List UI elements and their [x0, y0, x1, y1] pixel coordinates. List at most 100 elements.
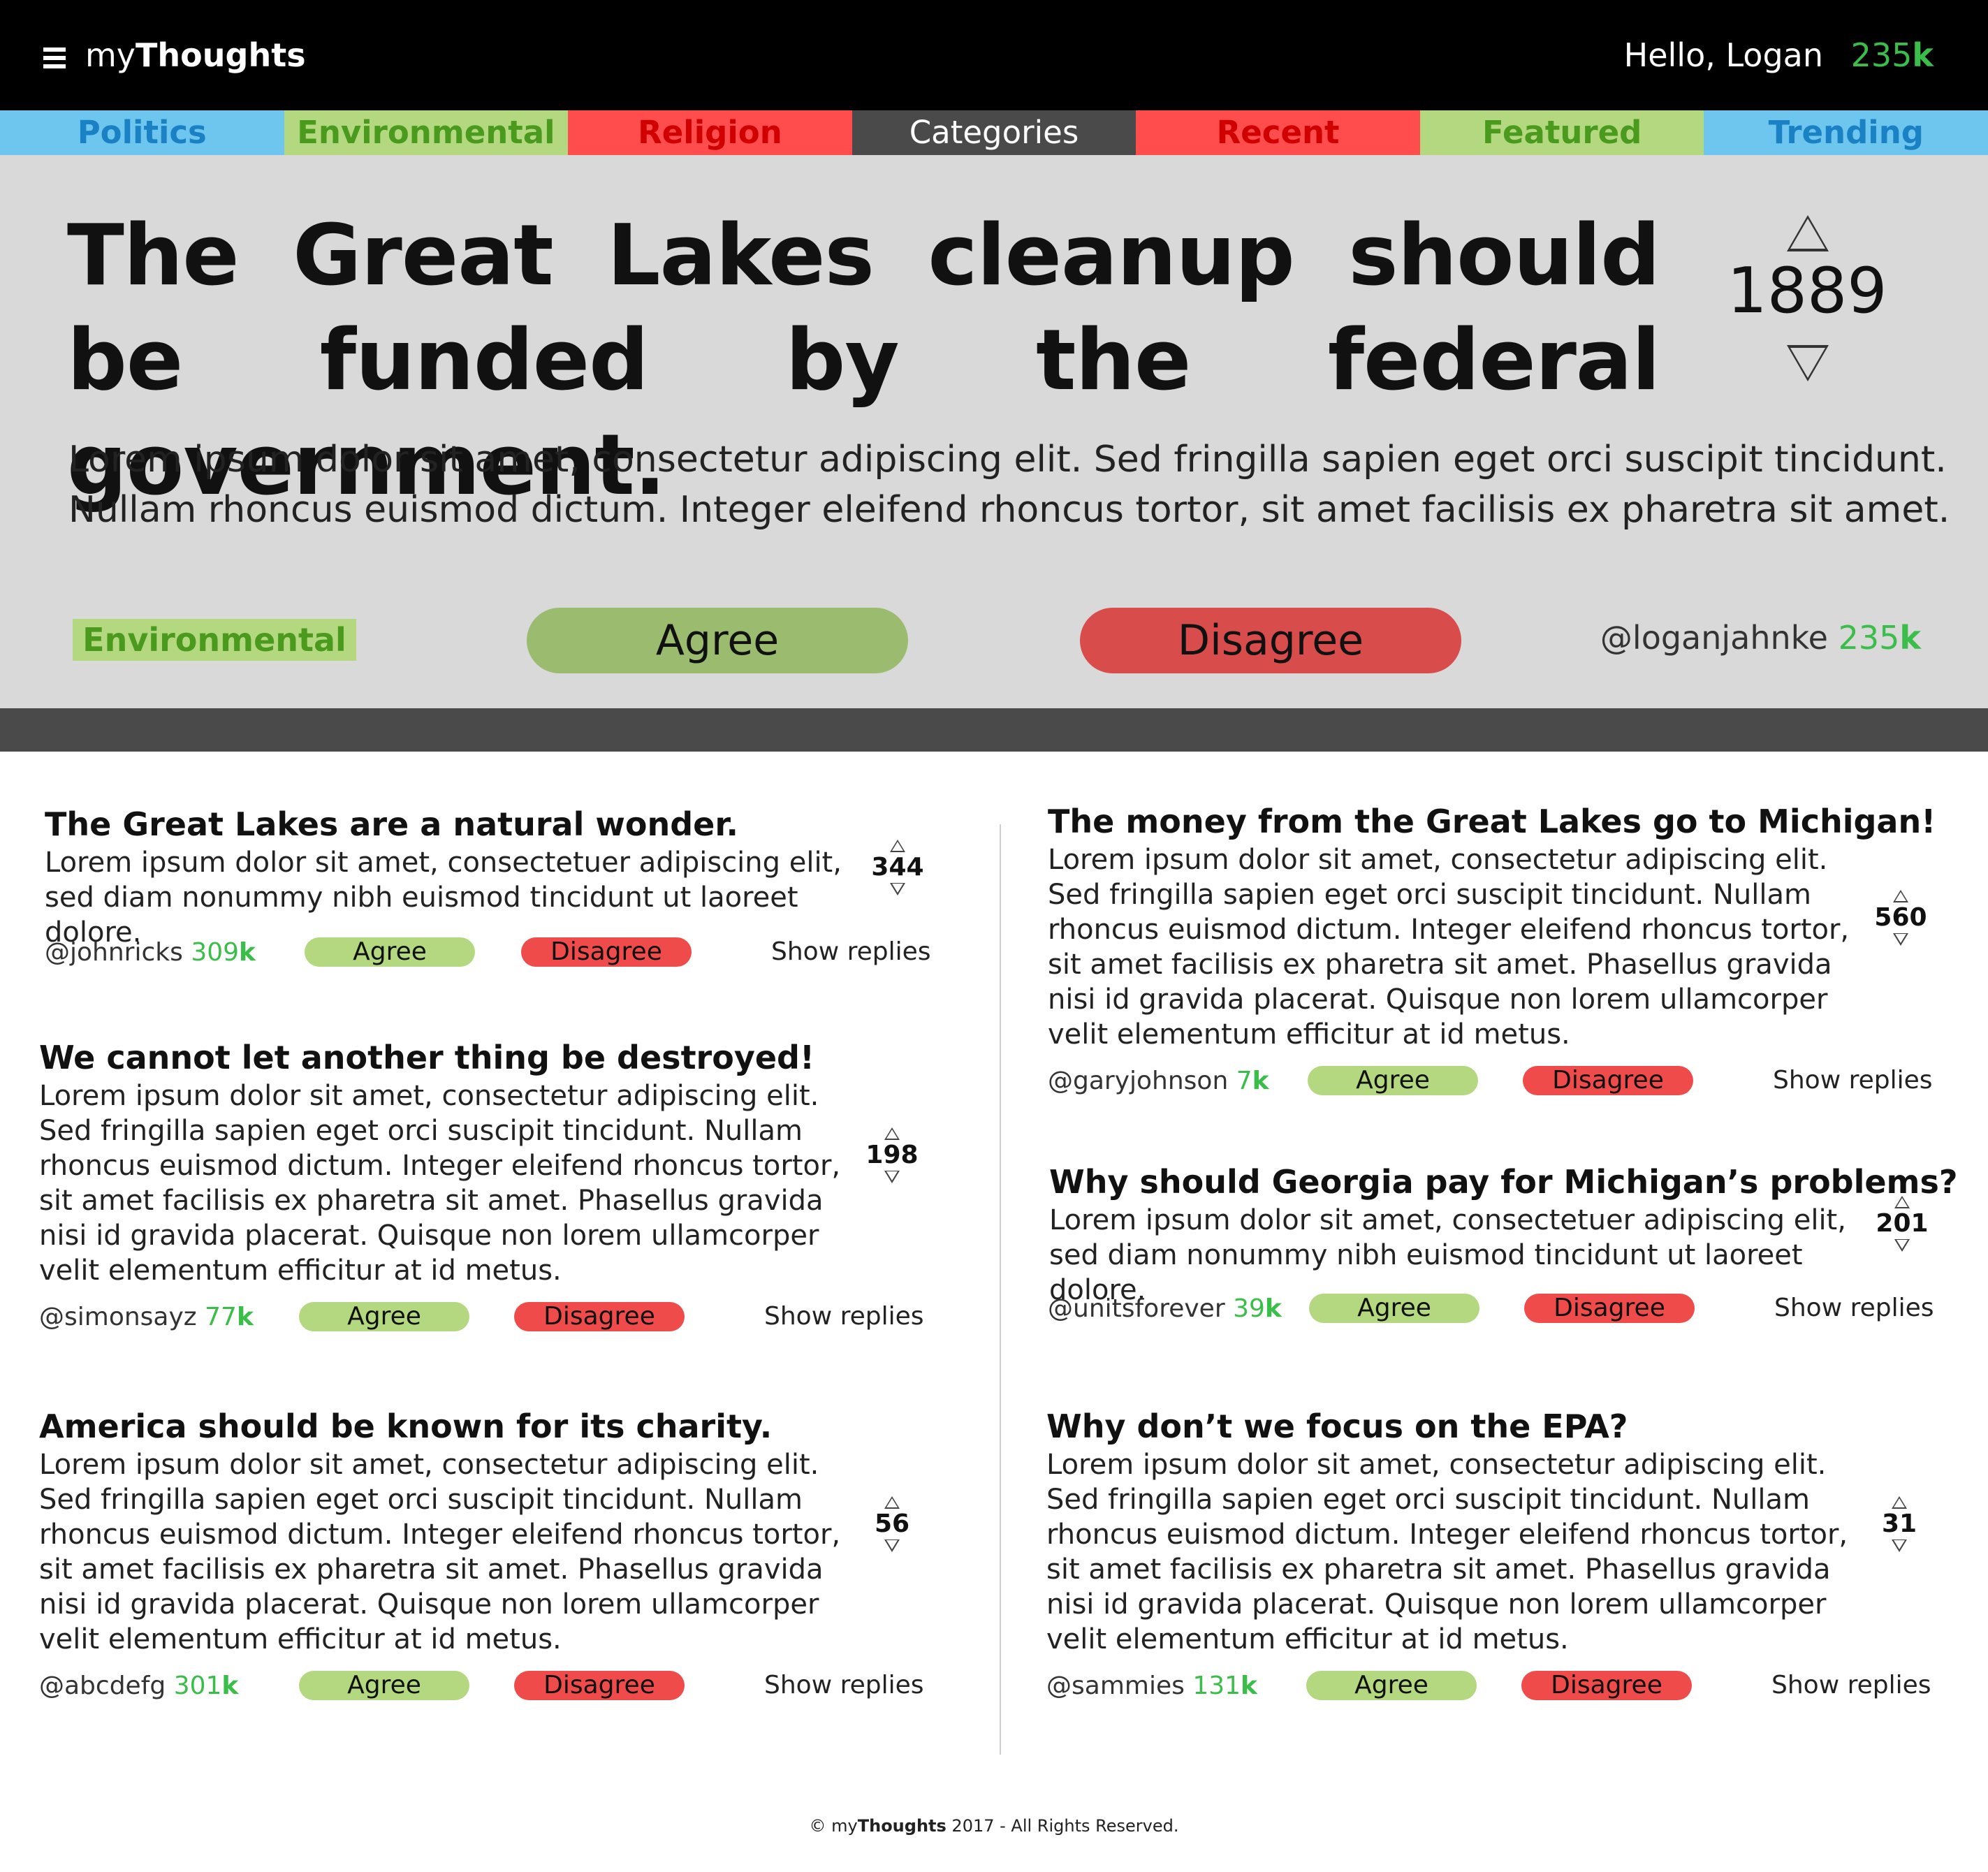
downvote-icon[interactable] [1892, 1540, 1907, 1552]
agree-button[interactable]: Agree [305, 937, 475, 967]
post-author-points-suffix: k [1241, 1672, 1257, 1700]
post-author-handle[interactable]: @abcdefg [39, 1672, 166, 1700]
upvote-icon[interactable] [884, 1127, 900, 1140]
featured-category-tag[interactable]: Environmental [73, 619, 356, 661]
post-footer: @abcdefg 301k Agree Disagree Show replie… [39, 1671, 940, 1702]
post-footer: @unitsforever 39k Agree Disagree Show re… [1048, 1294, 1949, 1324]
post-vote-count: 560 [1874, 903, 1927, 932]
tab-categories[interactable]: Categories [852, 110, 1136, 155]
post-author-points: 309k [191, 938, 256, 967]
downvote-icon[interactable] [1787, 345, 1829, 381]
upvote-icon[interactable] [884, 1496, 900, 1509]
post-body: Lorem ipsum dolor sit amet, consectetuer… [1049, 1204, 1846, 1306]
post-author-points-suffix: k [236, 1303, 254, 1331]
featured-author-points-number: 235 [1838, 619, 1900, 657]
post-author: @abcdefg 301k [39, 1671, 238, 1702]
agree-button[interactable]: Agree [1308, 1066, 1478, 1095]
show-replies-button[interactable]: Show replies [1773, 1066, 1933, 1095]
post-author-points-number: 77 [205, 1303, 237, 1331]
post-author-handle[interactable]: @johnricks [45, 938, 183, 967]
tab-environmental[interactable]: Environmental [284, 110, 569, 155]
post-footer: @johnricks 309k Agree Disagree Show repl… [45, 937, 946, 968]
post-author-handle[interactable]: @unitsforever [1048, 1294, 1225, 1323]
agree-button[interactable]: Agree [1309, 1294, 1479, 1323]
disagree-button[interactable]: Disagree [1524, 1294, 1695, 1323]
brand-prefix: my [85, 36, 136, 74]
upvote-icon[interactable] [1894, 1196, 1910, 1208]
post-body: Lorem ipsum dolor sit amet, consectetur … [1048, 844, 1850, 1051]
show-replies-button[interactable]: Show replies [1771, 1671, 1931, 1700]
upvote-icon[interactable] [1787, 215, 1829, 251]
downvote-icon[interactable] [884, 1540, 900, 1552]
featured-author: @loganjahnke 235k [1600, 619, 1921, 657]
post-card: Why don’t we focus on the EPA? Lorem ips… [1046, 1405, 1871, 1657]
top-bar: myThoughts Hello, Logan 235k [0, 0, 1988, 110]
brand-logo[interactable]: myThoughts [85, 36, 306, 74]
user-greeting: Hello, Logan [1624, 36, 1823, 74]
show-replies-button[interactable]: Show replies [1774, 1294, 1934, 1323]
post-vote-widget: 201 [1871, 1196, 1934, 1252]
post-title: We cannot let another thing be destroyed… [39, 1039, 814, 1076]
page-footer: © myThoughts 2017 - All Rights Reserved. [0, 1816, 1988, 1836]
tab-politics[interactable]: Politics [0, 110, 284, 155]
user-name[interactable]: Logan [1725, 36, 1823, 74]
post-title: The money from the Great Lakes go to Mic… [1048, 803, 1936, 840]
post-card: Why should Georgia pay for Michigan’s pr… [1049, 1161, 1958, 1308]
post-card: The Great Lakes are a natural wonder. Lo… [45, 803, 855, 950]
agree-button[interactable]: Agree [299, 1302, 469, 1331]
post-author-points: 39k [1233, 1294, 1282, 1323]
post-author-points: 77k [205, 1303, 254, 1331]
menu-icon[interactable] [43, 47, 66, 68]
featured-agree-button[interactable]: Agree [527, 608, 908, 673]
tab-recent[interactable]: Recent [1136, 110, 1420, 155]
post-author-points-suffix: k [239, 938, 256, 967]
disagree-button[interactable]: Disagree [514, 1671, 685, 1700]
tab-featured[interactable]: Featured [1419, 110, 1704, 155]
post-author-points-number: 131 [1192, 1672, 1241, 1700]
user-points: 235k [1851, 36, 1934, 74]
disagree-button[interactable]: Disagree [1521, 1671, 1692, 1700]
post-author-points-number: 39 [1233, 1294, 1265, 1323]
post-card: America should be known for its charity.… [39, 1405, 863, 1657]
upvote-icon[interactable] [890, 840, 905, 852]
tab-trending[interactable]: Trending [1704, 110, 1988, 155]
post-author: @sammies 131k [1046, 1671, 1257, 1702]
post-title: Why don’t we focus on the EPA? [1046, 1407, 1628, 1445]
downvote-icon[interactable] [884, 1171, 900, 1183]
disagree-button[interactable]: Disagree [514, 1302, 685, 1331]
post-title: The Great Lakes are a natural wonder. [45, 805, 738, 843]
post-vote-widget: 560 [1869, 890, 1932, 946]
post-author-handle[interactable]: @garyjohnson [1048, 1067, 1228, 1095]
post-footer: @garyjohnson 7k Agree Disagree Show repl… [1048, 1066, 1949, 1097]
post-vote-widget: 198 [861, 1127, 923, 1183]
post-author-handle[interactable]: @sammies [1046, 1672, 1185, 1700]
featured-author-handle[interactable]: @loganjahnke [1600, 619, 1828, 657]
post-author-handle[interactable]: @simonsayz [39, 1303, 197, 1331]
downvote-icon[interactable] [1894, 1239, 1910, 1252]
featured-thought: The Great Lakes cleanup should be funded… [0, 155, 1988, 708]
upvote-icon[interactable] [1892, 1496, 1907, 1509]
disagree-button[interactable]: Disagree [521, 937, 692, 967]
post-vote-count: 344 [871, 853, 924, 882]
post-title: Why should Georgia pay for Michigan’s pr… [1049, 1163, 1958, 1201]
show-replies-button[interactable]: Show replies [764, 1302, 924, 1331]
disagree-button[interactable]: Disagree [1523, 1066, 1693, 1095]
show-replies-button[interactable]: Show replies [771, 937, 931, 967]
agree-button[interactable]: Agree [299, 1671, 469, 1700]
agree-button[interactable]: Agree [1306, 1671, 1477, 1700]
featured-body: Lorem ipsum dolor sit amet, consectetur … [68, 439, 1950, 531]
post-author-points: 131k [1192, 1672, 1257, 1700]
downvote-icon[interactable] [890, 883, 905, 895]
brand-bold: Thoughts [136, 36, 306, 74]
post-vote-count: 56 [874, 1509, 910, 1538]
post-author-points-suffix: k [221, 1672, 239, 1700]
upvote-icon[interactable] [1893, 890, 1908, 902]
section-divider [0, 708, 1988, 752]
post-author: @unitsforever 39k [1048, 1294, 1282, 1324]
tab-religion[interactable]: Religion [568, 110, 852, 155]
featured-disagree-button[interactable]: Disagree [1080, 608, 1461, 673]
downvote-icon[interactable] [1893, 933, 1908, 946]
post-body: Lorem ipsum dolor sit amet, consectetur … [1046, 1449, 1848, 1655]
show-replies-button[interactable]: Show replies [764, 1671, 924, 1700]
post-vote-count: 31 [1881, 1509, 1917, 1538]
